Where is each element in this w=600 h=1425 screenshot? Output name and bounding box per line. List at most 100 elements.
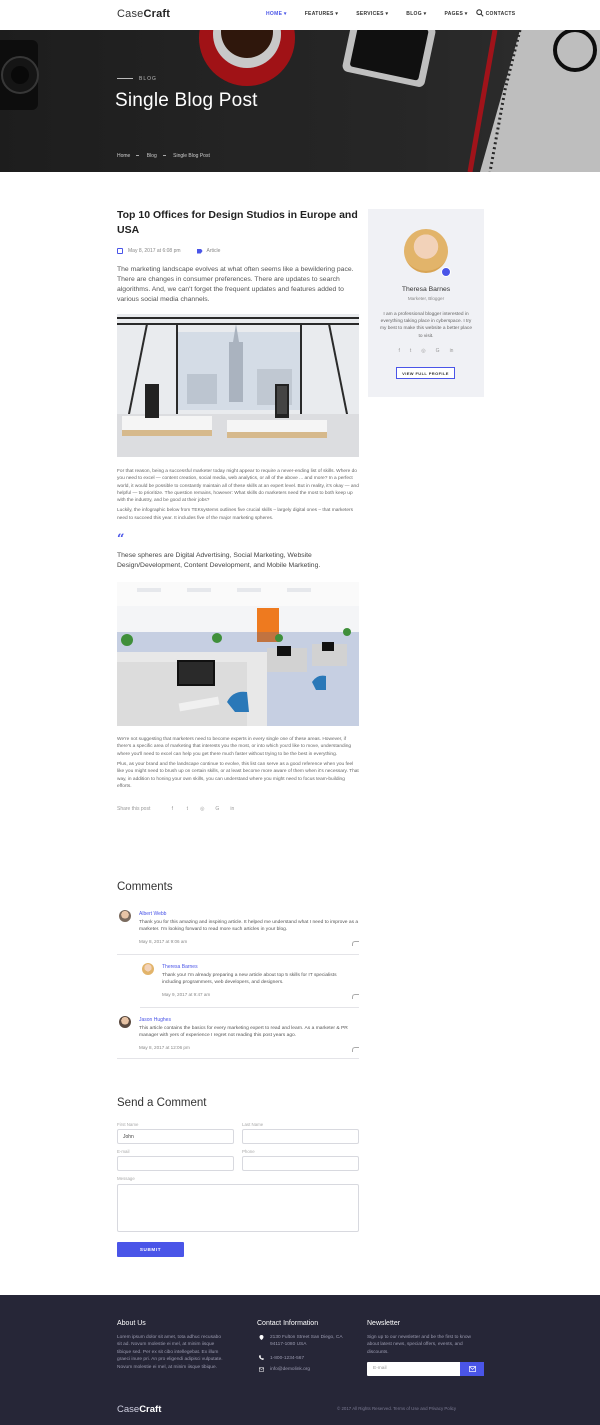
article-date: May 8, 2017 at 6:08 pm (128, 248, 181, 254)
footer-logo[interactable]: CaseCraft (117, 1404, 161, 1415)
email-field[interactable] (117, 1156, 234, 1171)
submit-button[interactable]: SUBMIT (117, 1242, 184, 1257)
footer-newsletter-title: Newsletter (367, 1320, 401, 1327)
comment-item: Jason Hughes This article contains the b… (117, 1016, 359, 1059)
footer-about-title: About Us (117, 1320, 146, 1327)
facebook-icon[interactable]: f (399, 348, 400, 354)
commenter-avatar (119, 1016, 131, 1028)
instagram-icon[interactable]: ◎ (421, 348, 425, 354)
calendar-icon (117, 248, 123, 254)
twitter-icon[interactable]: t (184, 806, 190, 812)
phone-label: Phone (242, 1149, 255, 1154)
footer-address: 2130 Fulton Street San Diego, CA 94117-1… (270, 1335, 343, 1347)
tag-icon (196, 248, 203, 254)
nav-item-pages[interactable]: PAGES ▾ (444, 11, 467, 17)
article-lead: The marketing landscape evolves at what … (117, 266, 354, 303)
message-label: Message (117, 1176, 135, 1181)
article-meta: May 8, 2017 at 6:08 pm Article (117, 248, 359, 254)
breadcrumb-home[interactable]: Home (117, 153, 130, 159)
search-icon[interactable] (476, 9, 484, 17)
office-photo-1 (117, 314, 359, 457)
quote-icon: “ (117, 532, 125, 548)
footer-about-text: Lorem ipsum dolor sit amet, tota adhuc r… (117, 1335, 223, 1370)
commenter-avatar (142, 963, 154, 975)
location-icon (259, 1335, 264, 1340)
newsletter-submit-button[interactable] (460, 1362, 484, 1376)
reply-icon[interactable] (352, 994, 359, 999)
google-icon[interactable]: G (214, 806, 220, 812)
google-icon[interactable]: G (436, 348, 440, 354)
author-role: Marketer, Blogger (407, 296, 445, 301)
twitter-icon[interactable]: t (410, 348, 411, 354)
author-badge-icon (441, 267, 451, 277)
instagram-icon[interactable]: ◎ (199, 806, 205, 812)
comment-text: Thank you for this amazing and inspiring… (139, 920, 359, 933)
commenter-name[interactable]: Albert Webb (139, 911, 166, 917)
message-textarea[interactable] (117, 1184, 359, 1232)
mail-icon (259, 1367, 264, 1372)
author-name: Theresa Barnes (401, 286, 451, 293)
view-profile-button[interactable]: VIEW FULL PROFILE (396, 367, 455, 379)
comment-item: Albert Webb Thank you for this amazing a… (117, 910, 359, 955)
share-label: Share this post (117, 806, 151, 813)
nav-item-blog[interactable]: BLOG ▾ (406, 11, 426, 17)
hero-banner: BLOG Single Blog Post Home Blog Single B… (0, 30, 600, 172)
article-quote: These spheres are Digital Advertising, S… (117, 552, 321, 570)
office-photo-2 (117, 582, 359, 727)
article-paragraph-4: Plus, as your brand and the landscape co… (117, 761, 359, 789)
author-bio: I am a professional blogger interested i… (380, 312, 472, 339)
email-label: E-mail (117, 1149, 130, 1154)
phone-field[interactable] (242, 1156, 359, 1171)
comment-date: May 9, 2017 at 9:47 am (162, 992, 211, 997)
author-avatar (404, 229, 448, 273)
breadcrumb-current: Single Blog Post (173, 153, 210, 159)
nav-item-home[interactable]: HOME ▾ (266, 11, 287, 17)
last-name-label: Last Name (242, 1122, 264, 1127)
nav-item-contacts[interactable]: CONTACTS (486, 11, 516, 17)
article-paragraph-3: We're not suggesting that marketers need… (117, 737, 352, 757)
nav-item-services[interactable]: SERVICES ▾ (356, 11, 388, 17)
article-paragraph-1: For that reason, being a successful mark… (117, 469, 359, 504)
linkedin-icon[interactable]: in (450, 348, 454, 354)
commenter-name[interactable]: Jason Hughes (139, 1017, 171, 1023)
commenter-avatar (119, 910, 131, 922)
breadcrumb: Home Blog Single Blog Post (117, 153, 216, 159)
reply-icon[interactable] (352, 1047, 359, 1052)
share-bar: Share this post f t ◎ G in (117, 806, 359, 812)
article-title: Top 10 Offices for Design Studios in Eur… (117, 209, 358, 236)
comment-text: This article contains the basics for eve… (139, 1026, 348, 1039)
linkedin-icon[interactable]: in (229, 806, 235, 812)
reply-icon[interactable] (352, 941, 359, 946)
blog-article: Top 10 Offices for Design Studios in Eur… (117, 208, 359, 812)
envelope-icon (468, 1366, 476, 1372)
site-logo[interactable]: CaseCraft (117, 8, 170, 20)
comments-heading: Comments (117, 881, 173, 893)
page-title: Single Blog Post (115, 90, 258, 111)
first-name-field[interactable]: John (117, 1129, 234, 1144)
footer-contact-title: Contact Information (257, 1320, 319, 1327)
commenter-name[interactable]: Theresa Barnes (162, 964, 198, 970)
author-card: Theresa Barnes Marketer, Blogger I am a … (368, 209, 484, 397)
phone-icon (259, 1355, 264, 1360)
footer-copyright: © 2017 All Rights Reserved. Terms of Use… (337, 1406, 457, 1411)
article-category[interactable]: Article (207, 248, 221, 254)
top-navbar: CaseCraft HOME ▾ FEATURES ▾ SERVICES ▾ B… (0, 0, 600, 30)
comment-text: Thank you! I'm already preparing a new a… (162, 973, 337, 986)
last-name-field[interactable] (242, 1129, 359, 1144)
hero-overlay (0, 30, 600, 172)
comment-reply-item: Theresa Barnes Thank you! I'm already pr… (140, 963, 359, 1008)
first-name-label: First Name (117, 1122, 139, 1127)
footer-newsletter-text: Sign up to our newsletter and be the fir… (367, 1335, 471, 1355)
breadcrumb-blog[interactable]: Blog (147, 153, 157, 159)
nav-item-features[interactable]: FEATURES ▾ (305, 11, 338, 17)
footer-email[interactable]: info@demolink.org (270, 1366, 310, 1373)
author-social: f t ◎ G in (368, 348, 484, 354)
footer-phone[interactable]: 1-800-1234-567 (270, 1355, 304, 1362)
comment-date: May 8, 2017 at 9:06 am (139, 939, 188, 944)
comment-date: May 8, 2017 at 12:06 pm (139, 1045, 190, 1050)
newsletter-email-input[interactable]: E-mail (367, 1362, 460, 1376)
facebook-icon[interactable]: f (169, 806, 175, 812)
article-paragraph-2: Luckily, the infographic below from TEKs… (117, 508, 354, 521)
hero-kicker: BLOG (117, 76, 157, 82)
send-comment-heading: Send a Comment (117, 1097, 207, 1109)
